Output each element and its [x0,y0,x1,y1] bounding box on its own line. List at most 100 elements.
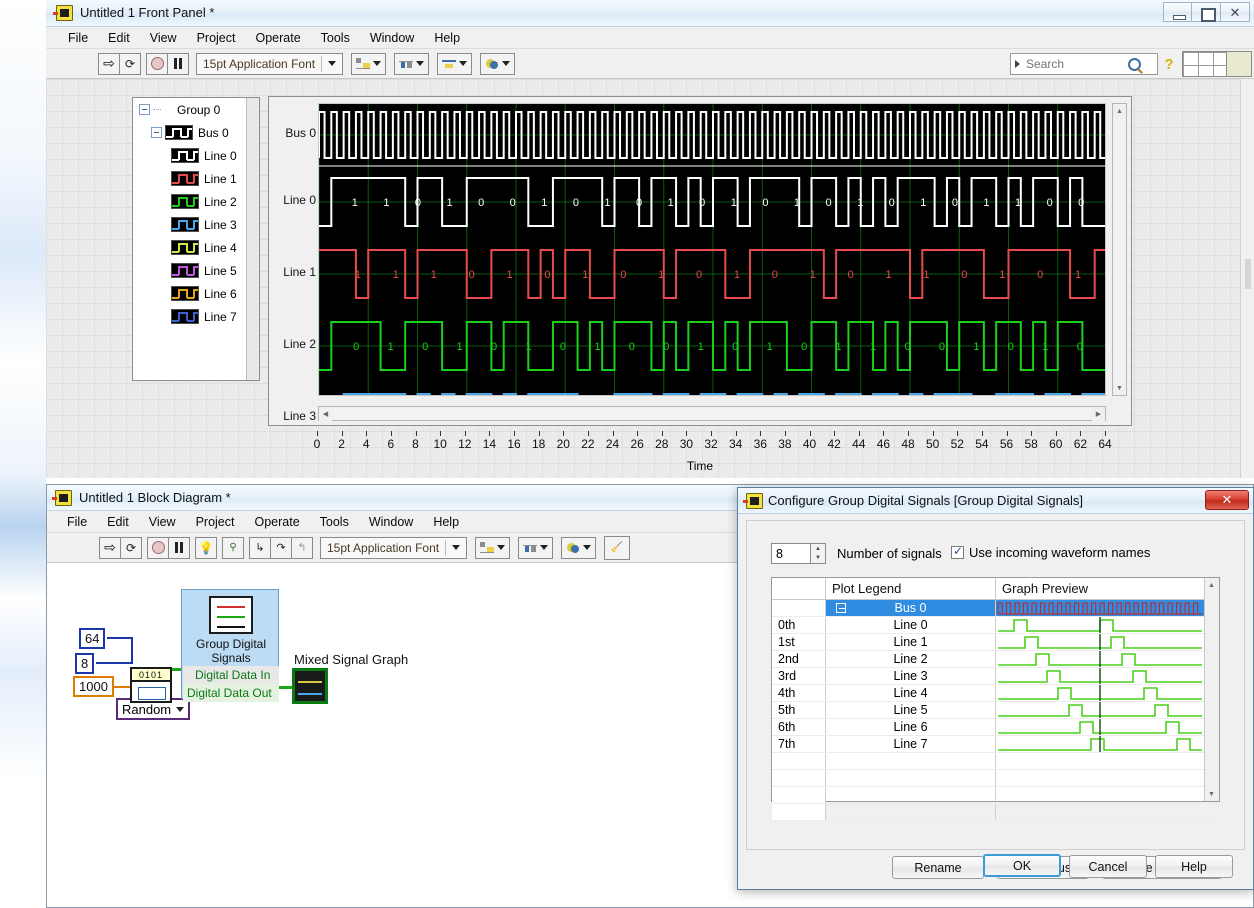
signals-table[interactable]: Plot Legend Graph Preview Bus 00thLine 0… [771,577,1220,802]
table-legend-cell[interactable]: Line 5 [826,702,996,718]
constant-samples[interactable]: 64 [79,628,105,649]
menu-operate[interactable]: Operate [245,29,310,47]
table-legend-cell[interactable]: Line 1 [826,634,996,650]
tree-item-bus0[interactable]: Bus 0 [133,121,259,144]
dialog-close-button[interactable]: ✕ [1205,490,1249,510]
bd-menu-tools[interactable]: Tools [310,513,359,531]
tree-item-line-5[interactable]: Line 5 [133,259,259,282]
tree-item-line-1[interactable]: Line 1 [133,167,259,190]
number-of-signals-input[interactable]: 8 [771,543,811,564]
tree-item-line-6[interactable]: Line 6 [133,282,259,305]
constant-rate[interactable]: 1000 [73,676,114,697]
table-scroll-down-icon[interactable]: ▼ [1205,787,1218,801]
step-into-icon[interactable]: ↳ [249,537,271,559]
cancel-button[interactable]: Cancel [1069,855,1147,878]
scroll-up-icon[interactable]: ▲ [1113,104,1126,118]
group-digital-signals-node[interactable]: Group Digital Signals Digital Data In Di… [181,589,279,699]
table-legend-cell[interactable]: Bus 0 [826,600,996,616]
scroll-left-icon[interactable]: ◀ [319,407,332,421]
bd-run-continuous-icon[interactable]: ⟳ [120,537,142,559]
bd-align-objects-icon[interactable] [475,537,510,559]
table-legend-cell[interactable]: Line 4 [826,685,996,701]
context-help-icon[interactable] [1226,51,1252,77]
bd-font-selector[interactable]: 15pt Application Font [320,537,467,559]
menu-tools[interactable]: Tools [311,29,360,47]
retain-wire-values-icon[interactable]: ⚲ [222,537,244,559]
table-scroll-up-icon[interactable]: ▲ [1205,578,1218,592]
table-row[interactable]: 4thLine 4 [772,685,1219,702]
menu-view[interactable]: View [140,29,187,47]
bd-menu-help[interactable]: Help [423,513,469,531]
table-row[interactable]: 3rdLine 3 [772,668,1219,685]
help-icon[interactable]: ? [1160,53,1178,75]
menu-project[interactable]: Project [187,29,246,47]
table-row[interactable]: 0thLine 0 [772,617,1219,634]
use-incoming-waveform-names-checkbox[interactable]: Use incoming waveform names [951,545,1150,560]
align-objects-icon[interactable] [351,53,386,75]
search-icon[interactable] [1128,58,1141,71]
search-dropdown-icon[interactable] [1015,60,1020,68]
stepper-down-icon[interactable]: ▼ [811,554,825,564]
digital-signal-tree[interactable]: Group 0 Bus 0 Line 0Line 1Line 2Line 3Li… [132,97,260,381]
table-row[interactable]: 1stLine 1 [772,634,1219,651]
scroll-down-icon[interactable]: ▼ [1113,381,1126,395]
graph-vertical-scrollbar[interactable]: ▲ ▼ [1112,103,1127,396]
table-legend-cell[interactable]: Line 3 [826,668,996,684]
table-legend-cell[interactable]: Line 0 [826,617,996,633]
pause-icon[interactable] [167,53,189,75]
tree-item-line-0[interactable]: Line 0 [133,144,259,167]
tree-item-line-2[interactable]: Line 2 [133,190,259,213]
mixed-signal-graph[interactable]: 1101001010101010101011001110101010101011… [268,96,1132,426]
menu-file[interactable]: File [58,29,98,47]
font-selector[interactable]: 15pt Application Font [196,53,343,75]
step-over-icon[interactable]: ↷ [270,537,292,559]
reorder-icon[interactable] [480,53,515,75]
resize-objects-icon[interactable] [437,53,472,75]
table-row[interactable]: 5thLine 5 [772,702,1219,719]
search-box[interactable] [1010,53,1158,75]
table-legend-cell[interactable]: Line 6 [826,719,996,735]
table-scrollbar[interactable]: ▲ ▼ [1204,578,1219,801]
collapse-icon-bus[interactable] [836,603,846,613]
collapse-icon-bus0[interactable] [151,127,162,138]
checkbox-icon[interactable] [951,546,964,559]
tree-item-line-4[interactable]: Line 4 [133,236,259,259]
terminal-digital-data-in[interactable]: Digital Data In [183,666,279,684]
rename-button[interactable]: Rename [892,856,984,879]
palette-grid-icon[interactable] [1182,51,1228,77]
bd-menu-edit[interactable]: Edit [97,513,139,531]
bd-menu-operate[interactable]: Operate [244,513,309,531]
simulate-digital-signal-vi[interactable]: 0101 [130,667,172,703]
terminal-digital-data-out[interactable]: Digital Data Out [183,684,279,702]
tree-item-group0[interactable]: Group 0 [133,98,259,121]
constant-signals[interactable]: 8 [75,653,94,674]
step-out-icon[interactable]: ↰ [291,537,313,559]
menu-edit[interactable]: Edit [98,29,140,47]
table-legend-cell[interactable]: Line 7 [826,736,996,752]
table-row[interactable]: 2ndLine 2 [772,651,1219,668]
tree-scrollbar[interactable] [246,98,259,380]
help-button[interactable]: Help [1155,855,1233,878]
table-legend-cell[interactable]: Line 2 [826,651,996,667]
minimize-button[interactable] [1163,2,1192,22]
bd-reorder-icon[interactable] [561,537,596,559]
stepper-up-icon[interactable]: ▲ [811,544,825,554]
clean-up-diagram-icon[interactable]: 🧹 [604,536,630,560]
number-of-signals-stepper[interactable]: ▲ ▼ [811,543,826,564]
chevron-down-icon-enum[interactable] [176,707,184,712]
bd-pause-icon[interactable] [168,537,190,559]
table-row[interactable]: 7thLine 7 [772,736,1219,753]
front-panel-titlebar[interactable]: Untitled 1 Front Panel * ✕ [46,0,1254,27]
collapse-icon-group0[interactable] [139,104,150,115]
close-button[interactable]: ✕ [1221,2,1250,22]
maximize-button[interactable] [1192,2,1221,22]
highlight-execution-icon[interactable]: 💡 [195,537,217,559]
menu-window[interactable]: Window [360,29,424,47]
dialog-titlebar[interactable]: Configure Group Digital Signals [Group D… [738,488,1253,514]
bd-menu-file[interactable]: File [57,513,97,531]
run-continuous-icon[interactable]: ⟳ [119,53,141,75]
bd-abort-icon[interactable] [147,537,169,559]
table-row[interactable]: 6thLine 6 [772,719,1219,736]
distribute-objects-icon[interactable] [394,53,429,75]
search-input[interactable] [1024,56,1124,72]
